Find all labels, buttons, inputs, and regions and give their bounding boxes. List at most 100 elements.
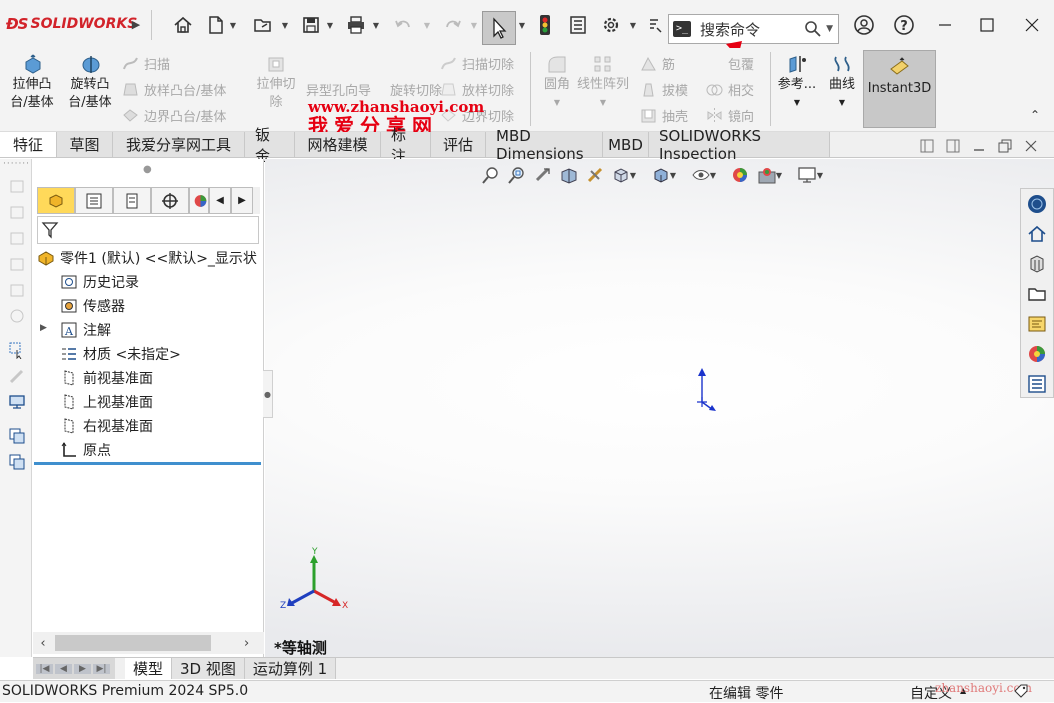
left-tool-7[interactable]	[6, 339, 28, 361]
design-library-button[interactable]	[1021, 219, 1053, 249]
grip-handle[interactable]: ·······	[3, 159, 30, 169]
first-tab-icon[interactable]: |◀	[36, 663, 53, 674]
shell-button[interactable]: 抽壳	[640, 104, 688, 126]
tab-0[interactable]: 特征	[0, 132, 57, 157]
featuremanager-tab[interactable]	[37, 187, 75, 214]
file-properties-button[interactable]	[565, 12, 591, 38]
previous-view-button[interactable]	[532, 164, 554, 186]
tree-item[interactable]: 材质 <未指定>	[60, 343, 181, 365]
user-account-button[interactable]	[851, 12, 877, 38]
dynamic-annotation-button[interactable]	[584, 164, 606, 186]
doc-restore-icon[interactable]	[998, 139, 1012, 153]
tree-item[interactable]: 历史记录	[60, 271, 139, 293]
configurationmanager-tab[interactable]	[113, 187, 151, 214]
loft-button[interactable]: 放样凸台/基体	[122, 78, 226, 100]
tab-7[interactable]: MBD Dimensions	[486, 127, 603, 163]
appearances-button[interactable]	[1021, 309, 1053, 339]
tabs-scroll-right-button[interactable]: ▶	[231, 187, 253, 214]
undo-dropdown-arrow-icon[interactable]: ▼	[422, 18, 432, 32]
linear-pattern-button[interactable]: 线性阵列 ▼	[574, 54, 632, 112]
undo-button[interactable]	[390, 12, 416, 38]
logo-menu-arrow-icon[interactable]: ▶	[131, 17, 141, 31]
save-dropdown-arrow-icon[interactable]: ▼	[325, 18, 335, 32]
options-dropdown-arrow-icon[interactable]: ▼	[628, 18, 638, 32]
tree-item[interactable]: 上视基准面	[60, 391, 153, 413]
view-settings-dropdown-icon[interactable]: ▼	[815, 164, 825, 186]
tree-item[interactable]: 传感器	[60, 295, 125, 317]
tab-9[interactable]: SOLIDWORKS Inspection	[649, 127, 830, 163]
prev-tab-icon[interactable]: ◀	[55, 663, 72, 674]
pattern-dropdown-arrow-icon[interactable]: ▼	[574, 94, 632, 112]
tab-1[interactable]: 草图	[57, 132, 113, 157]
edit-appearance-button[interactable]	[730, 164, 752, 186]
tab-2[interactable]: 我爱分享网工具	[113, 132, 245, 157]
search-icon[interactable]	[804, 20, 822, 38]
scroll-right-icon[interactable]: ›	[244, 636, 249, 651]
tree-horizontal-scrollbar[interactable]: ‹ ›	[33, 632, 264, 654]
left-tool-11[interactable]	[6, 451, 28, 473]
reference-geometry-button[interactable]: 参考... ▼	[774, 54, 820, 112]
last-tab-icon[interactable]: ▶|	[93, 663, 110, 674]
tabs-scroll-left-button[interactable]: ◀	[209, 187, 231, 214]
new-dropdown-arrow-icon[interactable]: ▼	[228, 18, 238, 32]
tab-3[interactable]: 钣金	[245, 126, 295, 165]
propertymanager-tab[interactable]	[75, 187, 113, 214]
instant3d-button[interactable]: Instant3D	[863, 50, 936, 128]
search-dropdown-arrow-icon[interactable]: ▼	[826, 24, 833, 34]
doc-close-icon[interactable]	[1024, 139, 1038, 153]
tag-icon[interactable]	[1013, 683, 1029, 699]
tree-item[interactable]: 原点	[60, 439, 111, 461]
custom-properties-button[interactable]	[1021, 369, 1053, 399]
bottom-tab-1[interactable]: 3D 视图	[172, 658, 245, 679]
tree-item[interactable]: A 注解	[60, 319, 111, 341]
mirror-button[interactable]: 镜向	[706, 104, 754, 126]
close-button[interactable]	[1017, 12, 1047, 38]
boundary-boss-button[interactable]: 边界凸台/基体	[122, 104, 226, 126]
intersect-button[interactable]: 相交	[706, 78, 754, 100]
tab-4[interactable]: 网格建模	[295, 132, 381, 157]
tree-item[interactable]: 前视基准面	[60, 367, 153, 389]
expand-annotations-icon[interactable]: ▶	[40, 323, 47, 333]
print-button[interactable]	[343, 12, 369, 38]
left-tool-1[interactable]	[6, 175, 28, 197]
select-dropdown-arrow-icon[interactable]: ▼	[517, 18, 527, 32]
options-button[interactable]	[598, 12, 624, 38]
solidworks-logo[interactable]: ƉS SOLIDWORKS	[6, 14, 137, 34]
save-button[interactable]	[298, 12, 324, 38]
left-tool-5[interactable]	[6, 279, 28, 301]
draft-button[interactable]: 拔模	[640, 78, 688, 100]
sweep-cut-button[interactable]: 扫描切除	[440, 52, 514, 74]
wrap-button[interactable]: 包覆	[706, 52, 754, 74]
tree-item[interactable]: 右视基准面	[60, 415, 153, 437]
sweep-button[interactable]: 扫描	[122, 52, 170, 74]
minimize-button[interactable]	[930, 12, 960, 38]
zoom-to-area-button[interactable]	[506, 164, 528, 186]
extrude-boss-button[interactable]: 拉伸凸台/基体	[8, 54, 58, 112]
hide-show-dropdown-icon[interactable]: ▼	[708, 164, 718, 186]
select-button[interactable]	[482, 11, 516, 45]
left-tool-9[interactable]	[6, 391, 28, 413]
graphics-area[interactable]	[265, 159, 1054, 657]
tile-right-icon[interactable]	[946, 139, 960, 153]
revolve-cut-button[interactable]: 旋转切除	[390, 78, 442, 100]
panel-grip-icon[interactable]: ●	[143, 164, 152, 175]
left-tool-4[interactable]	[6, 253, 28, 275]
tree-filter-box[interactable]	[37, 216, 259, 244]
search-command-box[interactable]: >_ 搜索命令 ▼	[668, 14, 839, 44]
view-orientation-dropdown-icon[interactable]: ▼	[628, 164, 638, 186]
left-tool-6[interactable]	[6, 305, 28, 327]
left-tool-8[interactable]	[6, 365, 28, 387]
file-explorer-button[interactable]	[1021, 249, 1053, 279]
loft-cut-button[interactable]: 放样切除	[440, 78, 514, 100]
bottom-tab-2[interactable]: 运动算例 1	[244, 658, 337, 679]
panel-splitter-handle[interactable]: ●	[263, 370, 273, 418]
next-tab-icon[interactable]: ▶	[74, 663, 91, 674]
print-dropdown-arrow-icon[interactable]: ▼	[371, 18, 381, 32]
reference-dropdown-arrow-icon[interactable]: ▼	[774, 94, 820, 112]
bottom-tab-0[interactable]: 模型	[125, 658, 173, 679]
dimxpert-tab[interactable]	[151, 187, 189, 214]
redo-dropdown-arrow-icon[interactable]: ▼	[469, 18, 479, 32]
solidworks-resources-button[interactable]	[1021, 189, 1053, 219]
view-palette-button[interactable]	[1021, 279, 1053, 309]
tree-root-part[interactable]: 零件1 (默认) <<默认>_显示状	[37, 247, 257, 269]
